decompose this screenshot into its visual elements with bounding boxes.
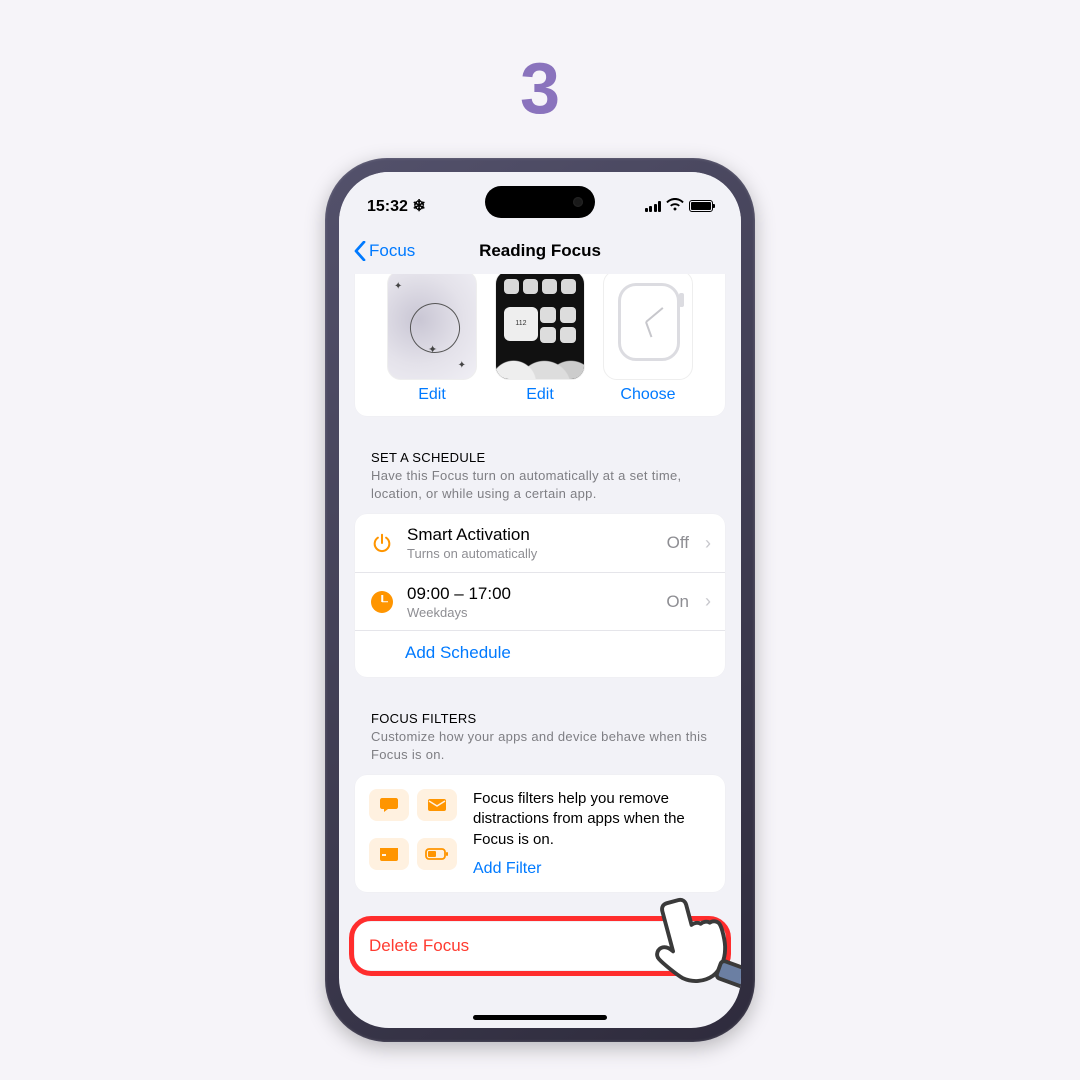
filters-section-header: FOCUS FILTERS Customize how your apps an…	[355, 677, 725, 767]
screen: 15:32 ❄ Focus Reading Focus ✦✦	[339, 172, 741, 1028]
navigation-bar: Focus Reading Focus	[339, 228, 741, 274]
page-title: Reading Focus	[479, 241, 601, 261]
home-screen-edit-label: Edit	[526, 386, 554, 404]
delete-focus-group: Delete Focus	[355, 922, 725, 970]
filters-body-text: Focus filters help you remove distractio…	[473, 789, 711, 850]
schedule-section-header: SET A SCHEDULE Have this Focus turn on a…	[355, 416, 725, 506]
add-schedule-button[interactable]: Add Schedule	[355, 630, 725, 677]
messages-icon	[369, 789, 409, 821]
filters-header-title: FOCUS FILTERS	[371, 711, 709, 726]
smart-activation-sub: Turns on automatically	[407, 546, 655, 561]
watch-thumbnail	[603, 274, 693, 380]
back-button[interactable]: Focus	[347, 237, 421, 265]
schedule-header-title: SET A SCHEDULE	[371, 450, 709, 465]
time-schedule-sub: Weekdays	[407, 605, 654, 620]
chevron-right-icon: ›	[705, 533, 711, 554]
home-indicator[interactable]	[473, 1015, 607, 1020]
add-filter-button[interactable]: Add Filter	[473, 860, 541, 878]
delete-focus-button[interactable]: Delete Focus	[355, 922, 725, 970]
wifi-icon	[666, 198, 684, 215]
lock-screen-edit-label: Edit	[418, 386, 446, 404]
power-icon	[369, 530, 395, 556]
clock-icon	[369, 589, 395, 615]
customize-screens-card: ✦✦ Edit 112 Edit	[355, 274, 725, 416]
schedule-header-desc: Have this Focus turn on automatically at…	[371, 467, 709, 502]
battery-icon	[689, 200, 713, 212]
home-screen-thumbnail: 112	[495, 274, 585, 380]
dynamic-island	[485, 186, 595, 218]
status-time: 15:32 ❄	[367, 196, 426, 216]
time-schedule-title: 09:00 – 17:00	[407, 584, 654, 604]
filters-header-desc: Customize how your apps and device behav…	[371, 728, 709, 763]
chevron-right-icon: ›	[705, 591, 711, 612]
smart-activation-value: Off	[667, 533, 689, 553]
focus-filters-card[interactable]: Focus filters help you remove distractio…	[355, 775, 725, 892]
watch-face-tile[interactable]: Choose	[601, 274, 695, 404]
home-screen-tile[interactable]: 112 Edit	[493, 274, 587, 404]
step-number-label: 3	[520, 48, 560, 130]
calendar-icon	[369, 838, 409, 870]
smart-activation-row[interactable]: Smart Activation Turns on automatically …	[355, 514, 725, 572]
filters-icon-grid	[369, 789, 457, 878]
cellular-icon	[645, 200, 662, 212]
watch-choose-label: Choose	[620, 386, 675, 404]
schedule-group: Smart Activation Turns on automatically …	[355, 514, 725, 677]
lock-screen-tile[interactable]: ✦✦ Edit	[385, 274, 479, 404]
lock-screen-thumbnail: ✦✦	[387, 274, 477, 380]
time-schedule-row[interactable]: 09:00 – 17:00 Weekdays On ›	[355, 572, 725, 630]
iphone-frame: 15:32 ❄ Focus Reading Focus ✦✦	[325, 158, 755, 1042]
smart-activation-title: Smart Activation	[407, 525, 655, 545]
time-schedule-value: On	[666, 592, 689, 612]
low-power-icon	[417, 838, 457, 870]
back-label: Focus	[369, 241, 415, 261]
chevron-left-icon	[353, 241, 367, 261]
mail-icon	[417, 789, 457, 821]
